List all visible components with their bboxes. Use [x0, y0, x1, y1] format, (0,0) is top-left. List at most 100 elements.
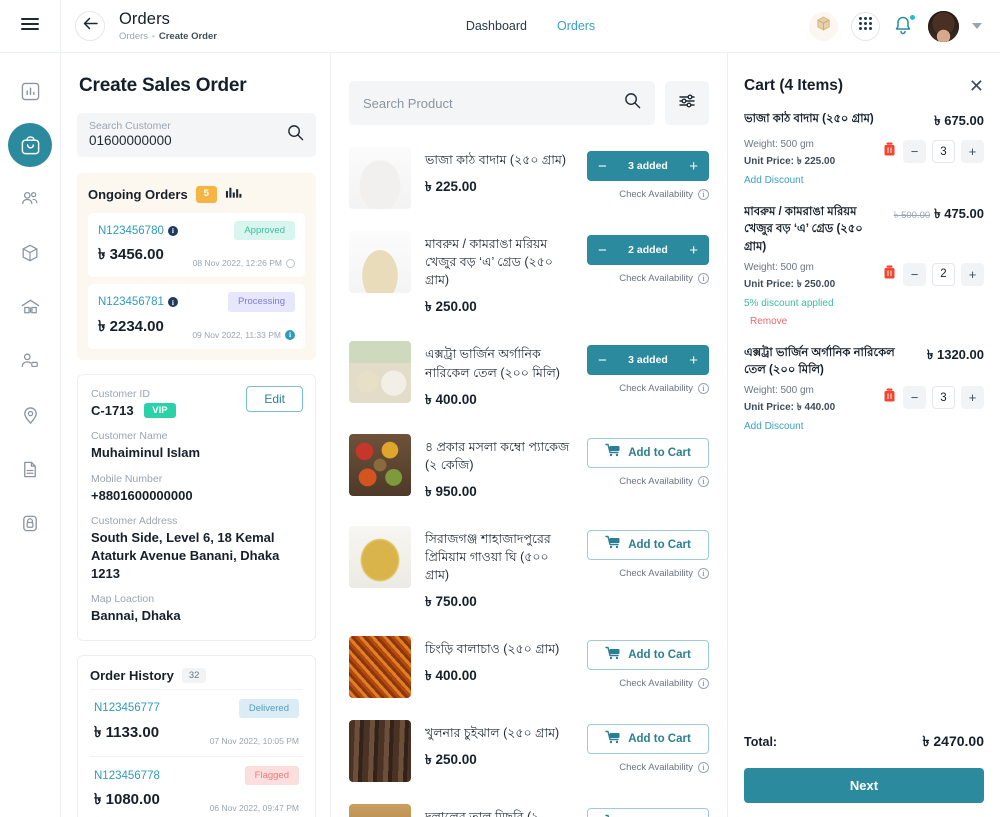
product-row[interactable]: খুলনার চুইঝাল (২৫০ গ্রাম) ৳ 250.00 Add t… [349, 708, 709, 792]
product-row[interactable]: ভাজা কাঠ বাদাম (২৫০ গ্রাম) ৳ 225.00 − 3 … [349, 135, 709, 219]
discount-applied-text: 5% discount applied [744, 297, 834, 309]
info-icon[interactable]: i [698, 475, 709, 487]
cart-icon [605, 646, 621, 665]
check-availability[interactable]: Check Availability i [587, 762, 709, 774]
status-badge: Processing [228, 292, 295, 312]
sidebar-item-reports[interactable] [8, 447, 52, 491]
cart-icon [605, 730, 621, 749]
history-row[interactable]: N123456778 Flagged ৳ 1080.00 06 Nov 2022… [90, 756, 303, 817]
info-icon[interactable]: i [698, 383, 709, 395]
add-discount-link[interactable]: Add Discount [744, 421, 803, 432]
check-availability[interactable]: Check Availability i [587, 273, 709, 284]
ongoing-order-card[interactable]: N123456780 i Approved ৳ 3456.00 08 Nov 2… [88, 213, 305, 278]
product-row[interactable]: মাবরুম / কামরাঙা মরিয়ম খেজুর বড় ‘এ’ গ্… [349, 219, 709, 329]
chevron-down-icon[interactable] [972, 23, 982, 29]
decrement-button[interactable]: − [903, 262, 926, 286]
add-to-cart-button[interactable]: Add to Cart [587, 808, 709, 817]
sidebar-item-delivery[interactable] [8, 339, 52, 383]
filter-button[interactable] [665, 81, 709, 125]
decrement-button[interactable]: − [598, 353, 607, 368]
remove-discount-link[interactable]: Remove [750, 316, 787, 327]
add-to-cart-button[interactable]: Add to Cart [587, 529, 709, 560]
delete-icon[interactable] [882, 387, 897, 408]
order-id[interactable]: N123456780 i [98, 225, 178, 237]
info-icon[interactable]: i [698, 189, 709, 200]
product-row[interactable]: সিরাজগঞ্জ শাহাজাদপুরের প্রিমিয়াম গাওয়া… [349, 514, 709, 624]
quantity-stepper[interactable]: − 3 added + [587, 345, 709, 376]
info-icon[interactable]: i [167, 225, 178, 236]
add-to-cart-button[interactable]: Add to Cart [587, 640, 709, 671]
next-button[interactable]: Next [744, 768, 984, 803]
decrement-button[interactable]: − [598, 243, 607, 258]
customer-search-input[interactable]: Search Customer 01600000000 [77, 113, 316, 157]
breadcrumb-root[interactable]: Orders [119, 31, 148, 42]
history-row[interactable]: N123456777 Delivered ৳ 1133.00 07 Nov 20… [90, 688, 303, 756]
delete-icon[interactable] [882, 264, 897, 285]
increment-button[interactable]: + [961, 386, 984, 410]
quantity-value[interactable]: 3 [932, 140, 955, 163]
increment-button[interactable]: + [689, 353, 698, 368]
avatar[interactable] [928, 10, 959, 42]
check-availability-label: Check Availability [619, 762, 693, 774]
info-icon[interactable]: i [698, 762, 709, 774]
ongoing-order-card[interactable]: N123456781 i Processing ৳ 2234.00 09 Nov… [88, 284, 305, 349]
info-icon[interactable]: i [698, 678, 709, 690]
increment-button[interactable]: + [961, 140, 984, 163]
increment-button[interactable]: + [689, 243, 698, 258]
product-row[interactable]: চিংড়ি বালাচাও (২৫০ গ্রাম) ৳ 400.00 Add … [349, 624, 709, 708]
quantity-value[interactable]: 2 [932, 262, 955, 286]
check-availability[interactable]: Check Availability i [587, 567, 709, 579]
product-search-input[interactable]: Search Product [349, 81, 655, 125]
back-button[interactable] [75, 11, 105, 41]
add-to-cart-button[interactable]: Add to Cart [587, 437, 709, 468]
decrement-button[interactable]: − [598, 159, 607, 174]
search-icon[interactable] [287, 124, 304, 146]
search-icon[interactable] [624, 92, 641, 114]
product-row[interactable]: দুলালের তাল মিছরি (১ কেজি) ৳ 490.00 Add … [349, 792, 709, 817]
info-icon[interactable]: i [698, 567, 709, 579]
quantity-stepper[interactable]: − 3 added + [587, 151, 709, 181]
tab-dashboard[interactable]: Dashboard [466, 19, 527, 33]
sidebar-menu-toggle[interactable] [0, 0, 60, 53]
package-button[interactable] [809, 11, 838, 41]
increment-button[interactable]: + [961, 262, 984, 286]
check-availability[interactable]: Check Availability i [587, 678, 709, 690]
sidebar-item-warehouse[interactable] [8, 285, 52, 329]
cart-item-price: ৳ 1320.00 [926, 346, 984, 362]
info-icon[interactable]: i [698, 273, 709, 284]
decrement-button[interactable]: − [903, 140, 926, 163]
order-id-text[interactable]: N123456777 [94, 702, 160, 714]
sidebar-item-products[interactable] [8, 231, 52, 275]
order-id[interactable]: N123456781 i [98, 296, 178, 308]
bar-chart-icon[interactable] [225, 185, 242, 204]
delete-icon[interactable] [882, 141, 897, 162]
sidebar-item-orders[interactable] [8, 123, 52, 167]
sidebar-item-security[interactable] [8, 501, 52, 545]
decrement-button[interactable]: − [903, 386, 926, 410]
close-icon[interactable]: ✕ [969, 77, 984, 95]
check-availability[interactable]: Check Availability i [587, 475, 709, 487]
cart-panel: Cart (4 Items) ✕ ভাজা কাঠ বাদাম (২৫০ গ্র… [728, 53, 1000, 817]
sidebar-item-customers[interactable] [8, 177, 52, 221]
sidebar-item-analytics[interactable] [8, 69, 52, 113]
notifications-button[interactable] [893, 14, 916, 37]
product-row[interactable]: এক্সট্রা ভার্জিন অর্গানিক নারিকেল তেল (২… [349, 329, 709, 421]
info-icon[interactable]: i [285, 329, 295, 340]
add-discount-link[interactable]: Add Discount [744, 175, 803, 186]
tab-orders[interactable]: Orders [557, 19, 595, 33]
info-icon[interactable]: i [167, 297, 178, 308]
product-row[interactable]: ৪ প্রকার মসলা কম্বো প্যাকেজ (২ কেজি) ৳ 9… [349, 422, 709, 514]
apps-grid-button[interactable] [851, 11, 880, 41]
check-availability[interactable]: Check Availability i [587, 383, 709, 395]
increment-button[interactable]: + [689, 159, 698, 174]
quantity-value[interactable]: 3 [932, 386, 955, 410]
product-name: মাবরুম / কামরাঙা মরিয়ম খেজুর বড় ‘এ’ গ্… [425, 237, 553, 288]
product-search-placeholder: Search Product [363, 95, 453, 111]
add-to-cart-button[interactable]: Add to Cart [587, 724, 709, 755]
edit-customer-button[interactable]: Edit [246, 385, 303, 412]
product-name: সিরাজগঞ্জ শাহাজাদপুরের প্রিমিয়াম গাওয়া… [425, 531, 551, 583]
check-availability[interactable]: Check Availability i [587, 189, 709, 200]
sidebar-item-locations[interactable] [8, 393, 52, 437]
quantity-stepper[interactable]: − 2 added + [587, 235, 709, 265]
order-id-text[interactable]: N123456778 [94, 770, 160, 782]
